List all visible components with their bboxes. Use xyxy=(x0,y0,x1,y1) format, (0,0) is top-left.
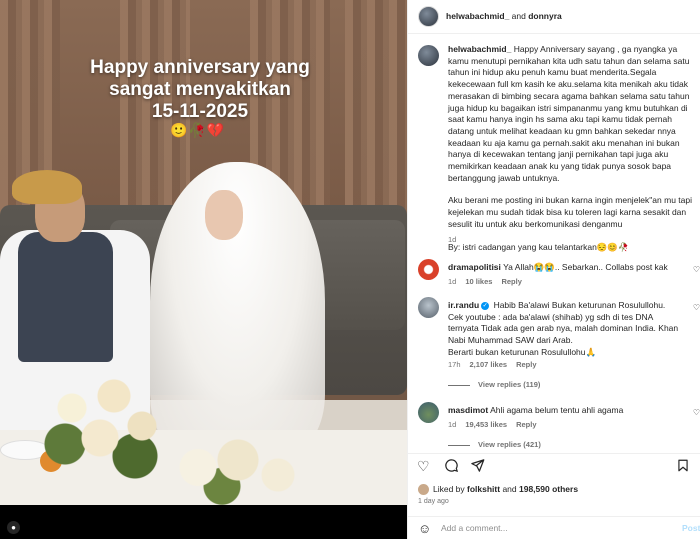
heart-icon[interactable]: ♡ xyxy=(417,458,430,475)
emoji-icon[interactable]: ☺ xyxy=(418,521,431,536)
caption-avatar[interactable] xyxy=(418,45,439,66)
comment-text: Ya Allah😭😭.. Sebarkan.. Collabs post kak xyxy=(503,262,668,272)
user-tag-icon[interactable]: ● xyxy=(7,521,20,534)
overlay-date: 15-11-2025 xyxy=(151,101,249,122)
bride-face xyxy=(205,190,243,240)
comment-meta: 1d 10 likes Reply xyxy=(448,277,531,286)
author-line: helwabachmid_ and donnyra xyxy=(446,11,562,21)
post-media[interactable]: Happy anniversary yang sangat menyakitka… xyxy=(0,0,407,539)
overlay-emoji: 🙂🥀💔 xyxy=(170,122,226,138)
caption-time: 1d xyxy=(448,235,457,244)
comment-input[interactable] xyxy=(441,523,661,533)
curtain xyxy=(345,0,407,230)
commenter-avatar[interactable] xyxy=(418,259,439,280)
heart-icon[interactable]: ♡ xyxy=(693,408,700,417)
instagram-post-view: Happy anniversary yang sangat menyakitka… xyxy=(0,0,700,539)
overlay-line-1: Happy anniversary yang xyxy=(90,57,310,78)
post-header: helwabachmid_ and donnyra xyxy=(408,0,700,34)
caption-paragraph-3: By: istri cadangan yang kau telantarkan😔… xyxy=(448,241,629,252)
post-time: 1 day ago xyxy=(418,498,449,505)
commenter-username[interactable]: masdimot xyxy=(448,405,488,415)
author-avatar[interactable] xyxy=(418,6,439,27)
photo-overlay-text: Happy anniversary yang sangat menyakitka… xyxy=(70,57,330,123)
post-photo: Happy anniversary yang sangat menyakitka… xyxy=(0,0,407,505)
comment-body: masdimot Ahli agama belum tentu ahli aga… xyxy=(448,405,684,417)
comment-time: 17h xyxy=(448,360,461,369)
comment-time: 1d xyxy=(448,277,457,286)
author-username[interactable]: helwabachmid_ xyxy=(446,11,509,21)
commenter-avatar[interactable] xyxy=(418,297,439,318)
share-icon[interactable] xyxy=(470,458,485,476)
post-comment-button[interactable]: Post xyxy=(682,523,700,533)
comment-body: ir.randu ✓ Habib Ba'alawi Bukan keturunan… xyxy=(448,300,684,359)
overlay-line-2: sangat menyakitkan xyxy=(109,79,291,100)
caption-paragraph-2: Aku berani me posting ini bukan karna in… xyxy=(448,195,692,229)
comment-likes[interactable]: 19,453 likes xyxy=(465,420,507,429)
liked-by-username[interactable]: folkshitt xyxy=(467,484,500,494)
post-actions: ♡ Liked by folkshitt and 198,590 others … xyxy=(408,453,700,539)
bookmark-icon[interactable] xyxy=(676,458,690,476)
comment-meta: 1d 19,453 likes Reply xyxy=(448,420,546,429)
comment-meta: 17h 2,107 likes Reply xyxy=(448,360,546,369)
heart-icon[interactable]: ♡ xyxy=(693,303,700,312)
likes-summary: Liked by folkshitt and 198,590 others xyxy=(418,484,578,496)
heart-icon[interactable]: ♡ xyxy=(693,265,700,274)
comment-likes[interactable]: 10 likes xyxy=(465,277,492,286)
comment-time: 1d xyxy=(448,420,457,429)
collaborator-username[interactable]: donnyra xyxy=(528,11,562,21)
caption-username[interactable]: helwabachmid_ xyxy=(448,44,511,54)
view-replies-button[interactable]: View replies (119) xyxy=(448,380,540,389)
media-footer xyxy=(0,505,407,539)
comment-text: Ahli agama belum tentu ahli agama xyxy=(490,405,624,415)
view-replies-button[interactable]: View replies (421) xyxy=(448,440,541,449)
view-replies-label: View replies (421) xyxy=(478,440,541,449)
groom-hair xyxy=(12,170,82,204)
add-comment-bar: ☺ Post xyxy=(408,516,700,539)
post-sidebar: helwabachmid_ and donnyra helwabachmid_ … xyxy=(407,0,700,539)
comment-likes[interactable]: 2,107 likes xyxy=(470,360,508,369)
commenter-avatar[interactable] xyxy=(418,402,439,423)
post-caption: helwabachmid_ Happy Anniversary sayang ,… xyxy=(448,44,698,253)
flower-bouquet xyxy=(150,430,310,505)
verified-badge-icon: ✓ xyxy=(481,301,490,310)
commenter-username[interactable]: dramapolitisi xyxy=(448,262,501,272)
comment-body: dramapolitisi Ya Allah😭😭.. Sebarkan.. Co… xyxy=(448,262,684,274)
caption-paragraph-1: Happy Anniversary sayang , ga nyangka ya… xyxy=(448,44,690,183)
flower-bouquet xyxy=(30,360,170,480)
reply-button[interactable]: Reply xyxy=(516,420,536,429)
commenter-username[interactable]: ir.randu xyxy=(448,300,479,310)
and-text: and xyxy=(509,11,529,21)
comment-icon[interactable] xyxy=(444,458,459,476)
groom-vest xyxy=(18,232,113,362)
view-replies-label: View replies (119) xyxy=(478,380,541,389)
liker-avatar[interactable] xyxy=(418,484,429,496)
replies-divider xyxy=(448,444,470,446)
comments-scroll-area[interactable]: helwabachmid_ Happy Anniversary sayang ,… xyxy=(408,35,700,453)
others-count[interactable]: 198,590 others xyxy=(519,484,578,494)
reply-button[interactable]: Reply xyxy=(501,277,521,286)
replies-divider xyxy=(448,384,470,386)
reply-button[interactable]: Reply xyxy=(516,360,536,369)
liked-and-text: and xyxy=(500,484,519,494)
liked-by-prefix: Liked by xyxy=(433,484,468,494)
